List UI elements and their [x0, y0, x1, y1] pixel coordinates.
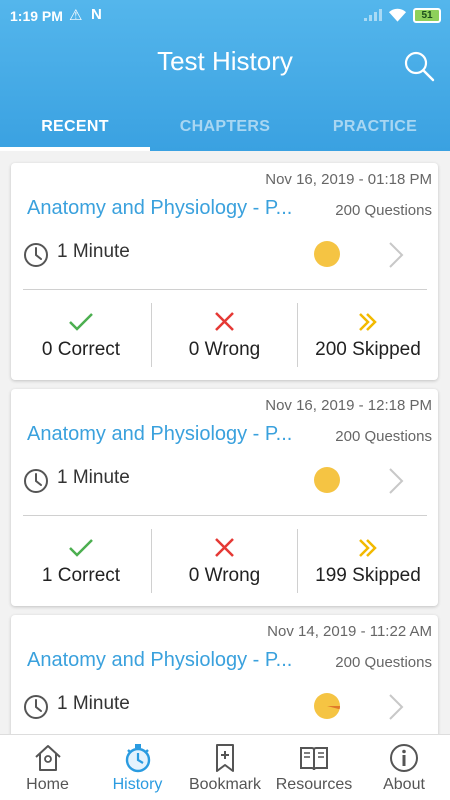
checkmark-icon [69, 539, 93, 557]
tab-indicator [0, 147, 150, 151]
skipped-count: 200 Skipped [315, 339, 421, 360]
correct-count: 0 Correct [41, 339, 121, 360]
divider [23, 289, 427, 290]
nav-label: Bookmark [188, 776, 262, 793]
nav-history[interactable]: History [90, 735, 185, 800]
notification-n-icon: N [91, 6, 102, 23]
stat-wrong: 0 Wrong [152, 517, 297, 595]
progress-circle-icon [314, 467, 340, 493]
tab-chapters[interactable]: CHAPTERS [150, 118, 300, 136]
home-icon [34, 745, 61, 771]
wifi-icon [388, 8, 407, 22]
stat-correct: 0 Correct [11, 291, 151, 369]
progress-pie-icon [314, 693, 341, 719]
card-duration: 1 Minute [57, 467, 130, 488]
warning-icon: ⚠ [69, 7, 83, 24]
clock-icon [24, 469, 48, 493]
stat-skipped: 199 Skipped [298, 517, 438, 595]
chevron-right-icon[interactable] [386, 466, 406, 496]
nav-resources[interactable]: Resources [268, 735, 360, 800]
tab-practice[interactable]: PRACTICE [300, 118, 450, 136]
stat-correct: 1 Correct [11, 517, 151, 595]
double-chevron-icon [359, 313, 377, 331]
cross-icon [215, 538, 234, 557]
history-card[interactable]: Nov 16, 2019 - 12:18 PM Anatomy and Phys… [11, 389, 438, 606]
search-icon[interactable] [401, 48, 437, 84]
wrong-count: 0 Wrong [188, 565, 261, 586]
nav-home[interactable]: Home [0, 735, 95, 800]
chevron-right-icon[interactable] [386, 240, 406, 270]
history-card[interactable]: Nov 14, 2019 - 11:22 AM Anatomy and Phys… [11, 615, 438, 745]
nav-label: Home [26, 776, 69, 793]
checkmark-icon [69, 313, 93, 331]
card-title[interactable]: Anatomy and Physiology - P... [27, 197, 292, 220]
stat-wrong: 0 Wrong [152, 291, 297, 369]
card-question-count: 200 Questions [335, 654, 432, 671]
card-date: Nov 16, 2019 - 12:18 PM [265, 397, 432, 414]
clock-icon [24, 695, 48, 719]
correct-count: 1 Correct [41, 565, 121, 586]
card-duration: 1 Minute [57, 241, 130, 262]
page-title: Test History [157, 46, 293, 76]
tab-recent[interactable]: RECENT [0, 118, 150, 136]
progress-circle-icon [314, 241, 340, 267]
card-title[interactable]: Anatomy and Physiology - P... [27, 649, 292, 672]
stat-skipped: 200 Skipped [298, 291, 438, 369]
history-card[interactable]: Nov 16, 2019 - 01:18 PM Anatomy and Phys… [11, 163, 438, 380]
card-question-count: 200 Questions [335, 202, 432, 219]
signal-icon [364, 9, 382, 21]
bookmark-icon [216, 744, 234, 772]
battery-icon: 51 [413, 8, 441, 23]
clock-icon [24, 243, 48, 267]
card-date: Nov 14, 2019 - 11:22 AM [267, 623, 432, 640]
skipped-count: 199 Skipped [315, 565, 421, 586]
card-question-count: 200 Questions [335, 428, 432, 445]
nav-about[interactable]: About [358, 735, 450, 800]
stopwatch-icon [125, 744, 150, 773]
card-date: Nov 16, 2019 - 01:18 PM [265, 171, 432, 188]
status-time: 1:19 PM [10, 8, 63, 24]
double-chevron-icon [359, 539, 377, 557]
cross-icon [215, 312, 234, 331]
status-bar: 1:19 PM ⚠ N 51 [0, 0, 450, 32]
bottom-nav: Home History Bookmark Resources About [0, 734, 450, 800]
divider [23, 515, 427, 516]
tab-bar: RECENT CHAPTERS PRACTICE [0, 104, 450, 151]
wrong-count: 0 Wrong [188, 339, 261, 360]
chevron-right-icon[interactable] [386, 692, 406, 722]
app-header: 1:19 PM ⚠ N 51 Test History RECENT CHAPT… [0, 0, 450, 151]
card-title[interactable]: Anatomy and Physiology - P... [27, 423, 292, 446]
info-icon [390, 744, 418, 772]
book-icon [300, 747, 328, 771]
nav-label: History [112, 776, 163, 793]
nav-label: Resources [275, 776, 353, 793]
nav-bookmark[interactable]: Bookmark [180, 735, 270, 800]
card-duration: 1 Minute [57, 693, 130, 714]
nav-label: About [383, 776, 425, 793]
